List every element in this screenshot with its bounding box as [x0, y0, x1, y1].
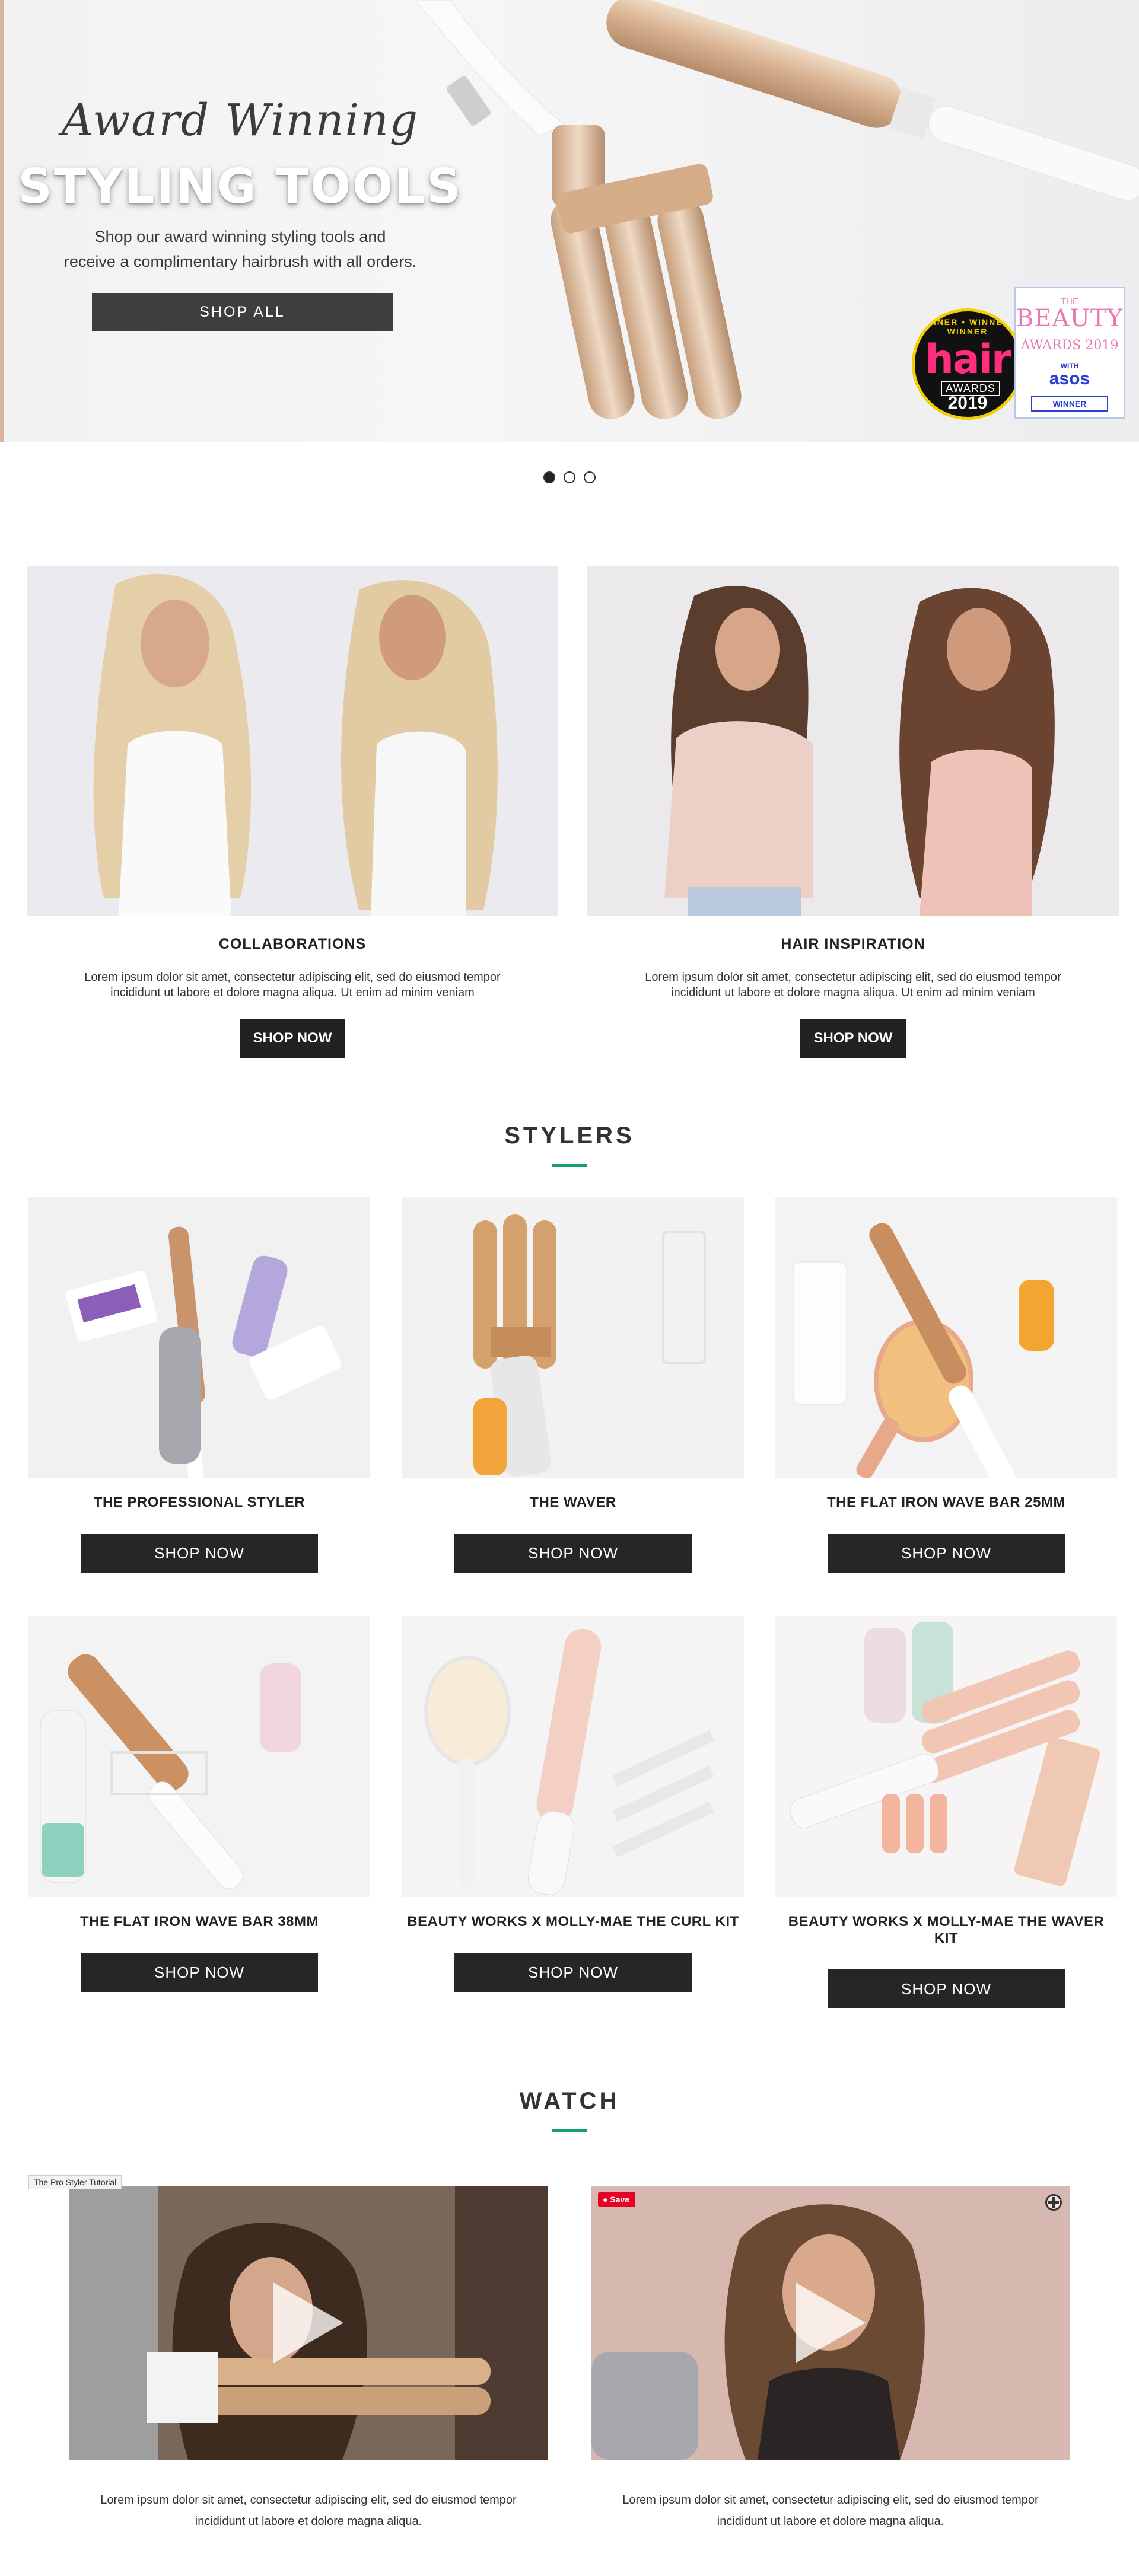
hero-subtitle: Shop our award winning styling tools and…: [63, 228, 417, 270]
flat-iron-25mm-shop-now-button[interactable]: SHOP NOW: [828, 1534, 1065, 1573]
flat-iron-25mm-image[interactable]: [775, 1197, 1117, 1478]
video-1-text: Lorem ipsum dolor sit amet, consectetur …: [100, 2494, 517, 2528]
curl-kit-photo: [402, 1616, 744, 1897]
professional-styler-shop-now-button[interactable]: SHOP NOW: [81, 1534, 318, 1573]
hair-inspiration-text: Lorem ipsum dolor sit amet, consectetur …: [645, 971, 1061, 999]
shop-all-button[interactable]: SHOP ALL: [92, 293, 393, 331]
waver-image[interactable]: [402, 1197, 744, 1478]
video-player-2[interactable]: [591, 2186, 1070, 2460]
product-title: THE FLAT IRON WAVE BAR 25MM: [827, 1494, 1065, 1510]
beauty-awards-badge: THE BEAUTY AWARDS 2019 WITH asos WINNER: [1014, 287, 1125, 419]
hair-inspiration-photo: [587, 566, 1119, 916]
carousel-dot-1[interactable]: [543, 471, 555, 483]
waver-shop-now-button[interactable]: SHOP NOW: [454, 1534, 692, 1573]
product-title: THE WAVER: [530, 1494, 616, 1510]
asos-logo: asos: [1049, 369, 1090, 388]
play-icon[interactable]: [796, 2282, 866, 2363]
stylers-heading-underline: [552, 1164, 587, 1167]
video-card-2: Lorem ipsum dolor sit amet, consectetur …: [591, 2186, 1070, 2532]
product-card: THE PROFESSIONAL STYLER SHOP NOW: [28, 1197, 370, 1573]
collaborations-photo: [27, 566, 558, 916]
expand-icon[interactable]: [1045, 2194, 1062, 2211]
product-card: THE FLAT IRON WAVE BAR 25MM SHOP NOW: [775, 1197, 1117, 1573]
hair-awards-ring-text: WINNER • WINNER • WINNER: [917, 317, 1018, 336]
product-title: THE PROFESSIONAL STYLER: [93, 1494, 306, 1510]
waver-photo: [402, 1197, 744, 1478]
watch-heading: WATCH: [519, 2088, 620, 2114]
video-player-1[interactable]: [69, 2186, 548, 2460]
collaborations-shop-now-button[interactable]: SHOP NOW: [240, 1019, 345, 1058]
play-icon[interactable]: [273, 2282, 343, 2363]
hair-inspiration-title: HAIR INSPIRATION: [781, 936, 925, 952]
hair-awards-badge: WINNER • WINNER • WINNER hair AWARDS 201…: [912, 308, 1023, 420]
pinterest-save-button[interactable]: ● Save: [598, 2192, 636, 2207]
video-2-text: Lorem ipsum dolor sit amet, consectetur …: [622, 2494, 1039, 2528]
video-title-tag: The Pro Styler Tutorial: [28, 2175, 122, 2189]
hair-inspiration-image[interactable]: [587, 566, 1119, 916]
hair-inspiration-shop-now-button[interactable]: SHOP NOW: [800, 1019, 906, 1058]
hero-title: STYLING TOOLS: [18, 159, 463, 214]
promo-hair-inspiration: HAIR INSPIRATION Lorem ipsum dolor sit a…: [587, 566, 1119, 1058]
video-card-1: Lorem ipsum dolor sit amet, consectetur …: [69, 2186, 548, 2532]
carousel-dot-3[interactable]: [584, 471, 596, 483]
watch-heading-underline: [552, 2129, 587, 2132]
pinterest-icon: ●: [603, 2195, 610, 2204]
save-label: Save: [610, 2195, 630, 2204]
hair-awards-word: hair: [925, 336, 1011, 383]
flat-iron-38mm-shop-now-button[interactable]: SHOP NOW: [81, 1953, 318, 1992]
product-card: THE FLAT IRON WAVE BAR 38MM SHOP NOW: [28, 1616, 370, 1992]
hero-banner: Award Winning STYLING TOOLS Shop our awa…: [0, 0, 1139, 442]
product-title: BEAUTY WORKS X MOLLY-MAE THE CURL KIT: [407, 1914, 739, 1930]
beauty-awards-winner: WINNER: [1031, 396, 1108, 412]
waver-kit-shop-now-button[interactable]: SHOP NOW: [828, 1969, 1065, 2008]
carousel-dot-2[interactable]: [564, 471, 575, 483]
stylers-heading: STYLERS: [504, 1123, 635, 1149]
hero-script-title: Award Winning: [61, 95, 419, 146]
carousel-dots: [0, 471, 1139, 486]
curl-kit-image[interactable]: [402, 1616, 744, 1897]
waver-kit-image[interactable]: [775, 1616, 1117, 1897]
waver-kit-photo: [775, 1616, 1117, 1897]
hair-awards-year: 2019: [947, 393, 988, 413]
collaborations-image[interactable]: [27, 566, 558, 916]
professional-styler-photo: [28, 1197, 370, 1478]
flat-iron-38mm-photo: [28, 1616, 370, 1897]
product-card: BEAUTY WORKS X MOLLY-MAE THE WAVER KIT S…: [775, 1616, 1117, 2008]
product-title: THE FLAT IRON WAVE BAR 38MM: [80, 1914, 319, 1930]
flat-iron-38mm-image[interactable]: [28, 1616, 370, 1897]
beauty-awards-year: AWARDS 2019: [1020, 338, 1119, 353]
curl-kit-shop-now-button[interactable]: SHOP NOW: [454, 1953, 692, 1992]
beauty-awards-word: BEAUTY: [1016, 305, 1124, 332]
promo-collaborations: COLLABORATIONS Lorem ipsum dolor sit ame…: [27, 566, 558, 1058]
product-card: THE WAVER SHOP NOW: [402, 1197, 744, 1573]
product-title: BEAUTY WORKS X MOLLY-MAE THE WAVER KIT: [788, 1914, 1105, 1946]
hero-edge-accent: [0, 0, 4, 442]
collaborations-text: Lorem ipsum dolor sit amet, consectetur …: [84, 971, 501, 999]
flat-iron-25mm-photo: [775, 1197, 1117, 1478]
professional-styler-image[interactable]: [28, 1197, 370, 1478]
collaborations-title: COLLABORATIONS: [218, 936, 367, 952]
product-card: BEAUTY WORKS X MOLLY-MAE THE CURL KIT SH…: [402, 1616, 744, 1992]
